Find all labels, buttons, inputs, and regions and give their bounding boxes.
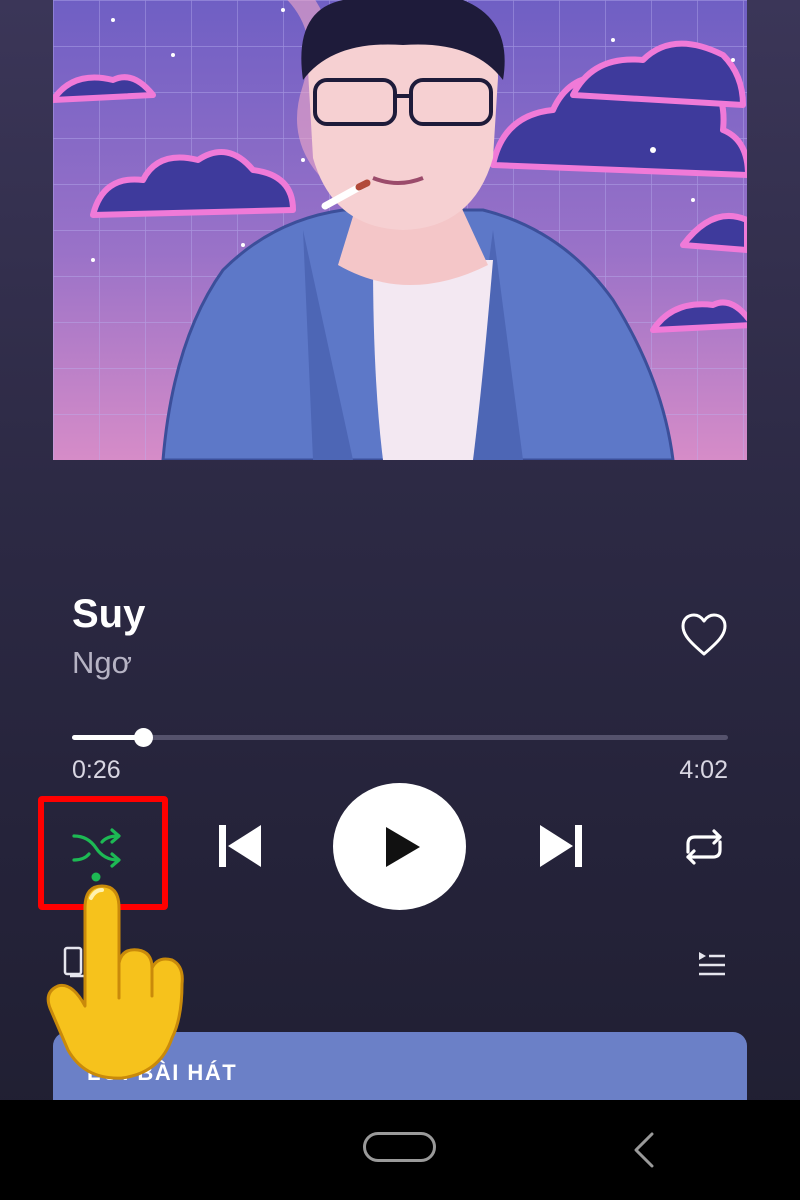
progress-bar[interactable] (72, 728, 728, 747)
queue-icon (699, 952, 725, 976)
back-icon (634, 1132, 654, 1168)
system-nav-bar (0, 1100, 800, 1200)
repeat-icon (686, 829, 722, 865)
home-button[interactable] (363, 1132, 436, 1162)
progress-handle[interactable] (133, 728, 153, 747)
track-title: Suy (72, 592, 146, 636)
progress-fill (72, 735, 143, 740)
pointing-hand-icon (40, 868, 190, 1088)
queue-button[interactable] (693, 950, 727, 980)
heart-icon[interactable] (680, 612, 728, 658)
album-art (53, 0, 747, 460)
previous-button[interactable] (215, 822, 265, 870)
skip-previous-icon (219, 825, 261, 867)
elapsed-time: 0:26 (72, 756, 121, 784)
next-button[interactable] (536, 822, 586, 870)
play-icon (386, 827, 420, 867)
back-button[interactable] (628, 1130, 660, 1170)
play-button[interactable] (333, 783, 466, 910)
track-artist[interactable]: Ngơ (72, 645, 132, 681)
skip-next-icon (540, 825, 582, 867)
repeat-button[interactable] (680, 826, 728, 868)
total-time: 4:02 (679, 756, 728, 784)
